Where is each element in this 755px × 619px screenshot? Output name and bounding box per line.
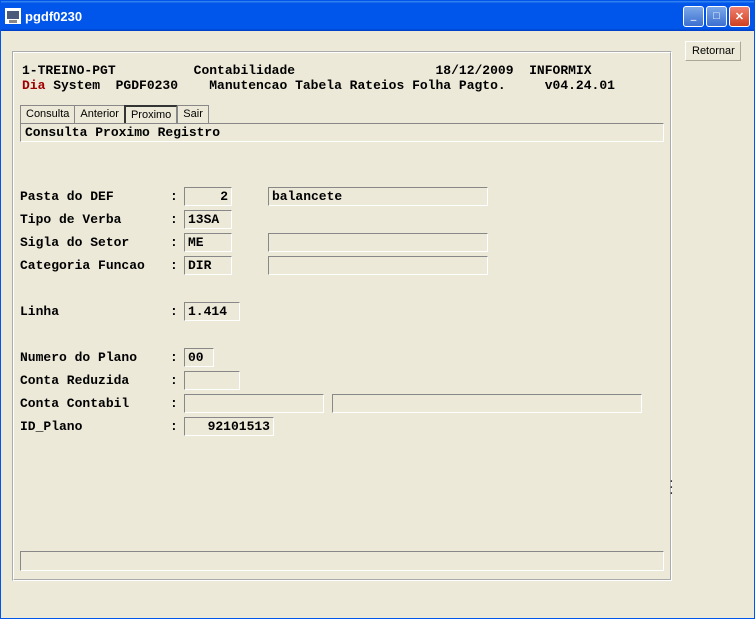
row-tipo-verba: Tipo de Verba : 13SA [20, 208, 664, 231]
field-num-plano[interactable]: 00 [184, 348, 214, 367]
row-sigla-setor: Sigla do Setor : ME [20, 231, 664, 254]
tab-proximo[interactable]: Proximo [124, 105, 178, 123]
field-conta-contab-2[interactable] [332, 394, 642, 413]
field-id-plano[interactable]: 92101513 [184, 417, 274, 436]
maximize-button[interactable]: □ [706, 6, 727, 27]
field-tipo-verba[interactable]: 13SA [184, 210, 232, 229]
field-linha[interactable]: 1.414 [184, 302, 240, 321]
close-button[interactable]: ✕ [729, 6, 750, 27]
sub-bar: Consulta Proximo Registro [20, 123, 664, 142]
row-id-plano: ID_Plano : 92101513 [20, 415, 664, 438]
right-panel: Retornar [685, 41, 745, 61]
field-pasta-def-desc[interactable]: balancete [268, 187, 488, 206]
field-conta-contab-1[interactable] [184, 394, 324, 413]
label-num-plano: Numero do Plano [20, 350, 170, 365]
label-conta-contab: Conta Contabil [20, 396, 170, 411]
client-area: Retornar 1-TREINO-PGT Contabilidade 18/1… [4, 31, 751, 615]
window-title: pgdf0230 [25, 9, 683, 24]
label-pasta-def: Pasta do DEF [20, 189, 170, 204]
label-id-plano: ID_Plano [20, 419, 170, 434]
label-linha: Linha [20, 304, 170, 319]
row-conta-contab: Conta Contabil : [20, 392, 664, 415]
form-area: Pasta do DEF : 2 balancete Tipo de Verba… [14, 142, 670, 444]
tabs-row: Consulta Anterior Proximo Sair [14, 97, 670, 123]
app-window: pgdf0230 _ □ ✕ Retornar 1-TREINO-PGT Con… [0, 0, 755, 619]
label-sigla-setor: Sigla do Setor [20, 235, 170, 250]
main-frame: 1-TREINO-PGT Contabilidade 18/12/2009 IN… [12, 51, 672, 581]
tab-consulta[interactable]: Consulta [20, 105, 75, 123]
retornar-button[interactable]: Retornar [685, 41, 741, 61]
tab-sair[interactable]: Sair [177, 105, 209, 123]
field-cat-funcao[interactable]: DIR [184, 256, 232, 275]
resize-grip: ... [668, 476, 675, 494]
field-cat-funcao-desc[interactable] [268, 256, 488, 275]
minimize-button[interactable]: _ [683, 6, 704, 27]
label-cat-funcao: Categoria Funcao [20, 258, 170, 273]
tab-anterior[interactable]: Anterior [74, 105, 125, 123]
label-conta-reduz: Conta Reduzida [20, 373, 170, 388]
row-linha: Linha : 1.414 [20, 300, 664, 323]
row-pasta-def: Pasta do DEF : 2 balancete [20, 185, 664, 208]
label-tipo-verba: Tipo de Verba [20, 212, 170, 227]
field-pasta-def[interactable]: 2 [184, 187, 232, 206]
app-icon [5, 8, 21, 24]
titlebar[interactable]: pgdf0230 _ □ ✕ [1, 1, 754, 31]
row-cat-funcao: Categoria Funcao : DIR [20, 254, 664, 277]
field-sigla-setor[interactable]: ME [184, 233, 232, 252]
row-num-plano: Numero do Plano : 00 [20, 346, 664, 369]
status-bar [20, 551, 664, 571]
row-conta-reduz: Conta Reduzida : [20, 369, 664, 392]
field-sigla-setor-desc[interactable] [268, 233, 488, 252]
field-conta-reduz[interactable] [184, 371, 240, 390]
header-block: 1-TREINO-PGT Contabilidade 18/12/2009 IN… [14, 53, 670, 97]
